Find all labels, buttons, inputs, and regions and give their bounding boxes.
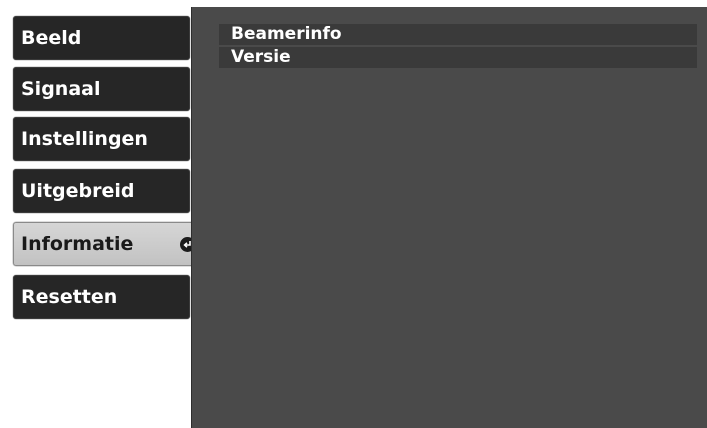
submenu-panel: Beamerinfo Versie bbox=[191, 7, 707, 428]
submenu-item-beamerinfo[interactable]: Beamerinfo bbox=[219, 24, 697, 45]
submenu-item-versie[interactable]: Versie bbox=[219, 47, 697, 68]
menu-item-beeld[interactable]: Beeld bbox=[13, 16, 190, 60]
menu-item-label: Instellingen bbox=[21, 127, 148, 150]
menu-item-resetten[interactable]: Resetten bbox=[13, 275, 190, 319]
menu-item-label: Uitgebreid bbox=[21, 179, 135, 202]
menu-item-label: Informatie bbox=[21, 232, 134, 255]
menu-item-uitgebreid[interactable]: Uitgebreid bbox=[13, 169, 190, 213]
menu-item-label: Resetten bbox=[21, 285, 118, 308]
menu-item-label: Beeld bbox=[21, 26, 82, 49]
submenu-item-label: Versie bbox=[231, 47, 291, 67]
submenu-item-label: Beamerinfo bbox=[231, 24, 342, 44]
menu-item-signaal[interactable]: Signaal bbox=[13, 67, 190, 111]
menu-item-instellingen[interactable]: Instellingen bbox=[13, 117, 190, 161]
menu-item-label: Signaal bbox=[21, 77, 101, 100]
menu-item-informatie[interactable]: Informatie bbox=[13, 222, 204, 266]
